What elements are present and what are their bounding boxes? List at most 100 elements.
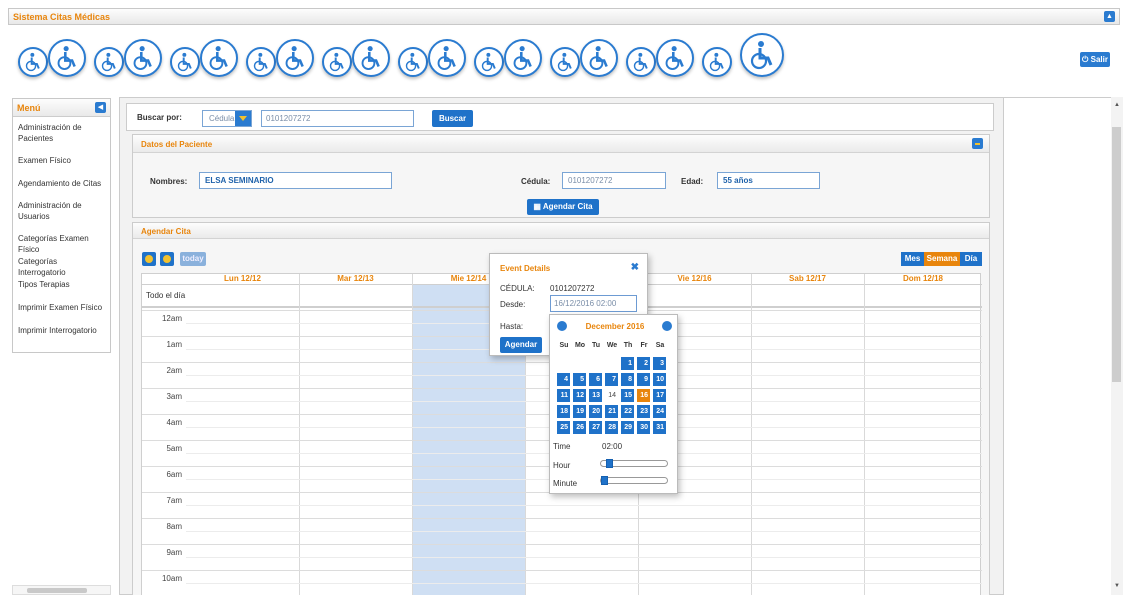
wheelchair-icon: [352, 39, 390, 77]
sidebar-item-agendamiento-citas[interactable]: Agendamiento de Citas: [13, 172, 110, 195]
calendar-day[interactable]: 27: [589, 421, 602, 434]
nombres-field[interactable]: ELSA SEMINARIO: [199, 172, 392, 189]
wheelchair-icon: [626, 47, 656, 77]
wheelchair-icon: [504, 39, 542, 77]
collapse-header-button[interactable]: ▲: [1104, 11, 1115, 22]
hour-slider-handle[interactable]: [606, 459, 613, 468]
search-type-select[interactable]: Cédula: [202, 110, 252, 127]
search-input[interactable]: [261, 110, 414, 127]
hour-slider[interactable]: [600, 459, 668, 468]
prev-week-button[interactable]: [142, 252, 156, 266]
calendar-day[interactable]: 26: [573, 421, 586, 434]
calendar-day[interactable]: 3: [653, 357, 666, 370]
chevron-down-icon[interactable]: [235, 111, 251, 126]
calendar-day[interactable]: 20: [589, 405, 602, 418]
calendar-day[interactable]: 4: [557, 373, 570, 386]
calendar-day[interactable]: 19: [573, 405, 586, 418]
half-hour-row[interactable]: [186, 531, 982, 532]
scrollbar-thumb[interactable]: [1112, 127, 1121, 382]
popup-hasta-label: Hasta:: [500, 322, 524, 331]
day-column-header[interactable]: Vie 12/16: [638, 274, 751, 284]
patient-data-panel: Datos del Paciente Nombres: ELSA SEMINAR…: [132, 134, 990, 218]
day-column-header[interactable]: Mar 12/13: [299, 274, 412, 284]
calendar-day[interactable]: 6: [589, 373, 602, 386]
scroll-down-icon[interactable]: ▼: [1114, 583, 1120, 589]
search-button[interactable]: Buscar: [432, 110, 473, 127]
wheelchair-icon: [48, 39, 86, 77]
day-column-header[interactable]: Sab 12/17: [751, 274, 864, 284]
hour-row[interactable]: [142, 518, 982, 519]
sidebar-item-administracion-pacientes[interactable]: Administración de Pacientes: [13, 117, 110, 149]
close-icon[interactable]: ✖: [631, 262, 639, 273]
next-week-button[interactable]: [160, 252, 174, 266]
sidebar-item-examen-fisico[interactable]: Examen Físico: [13, 149, 110, 172]
hour-label: 3am: [166, 392, 182, 401]
logout-button[interactable]: ⏻ Salir: [1080, 52, 1110, 67]
minimize-icon[interactable]: [972, 138, 983, 149]
app-title: Sistema Citas Médicas: [13, 12, 111, 22]
calendar-day[interactable]: 5: [573, 373, 586, 386]
sidebar-item-imprimir-interrogatorio[interactable]: Imprimir Interrogatorio: [13, 319, 110, 342]
hour-row[interactable]: [142, 544, 982, 545]
calendar-day[interactable]: 29: [621, 421, 634, 434]
calendar-day[interactable]: 2: [637, 357, 650, 370]
calendar-day[interactable]: 24: [653, 405, 666, 418]
view-week-button[interactable]: Semana: [924, 252, 960, 266]
sidebar-item-imprimir-examen[interactable]: Imprimir Examen Físico: [13, 296, 110, 319]
calendar-day[interactable]: 21: [605, 405, 618, 418]
wheelchair-icon: [550, 47, 580, 77]
calendar-day[interactable]: 30: [637, 421, 650, 434]
calendar-day[interactable]: 17: [653, 389, 666, 402]
edad-field[interactable]: 55 años: [717, 172, 820, 189]
minute-slider-handle[interactable]: [601, 476, 608, 485]
prev-month-icon[interactable]: [557, 321, 567, 331]
collapse-sidebar-button[interactable]: ◀: [95, 102, 106, 113]
sidebar-item-categorias-examen[interactable]: Categorías Examen Físico: [13, 227, 110, 254]
hour-label: 1am: [166, 340, 182, 349]
calendar-day[interactable]: 23: [637, 405, 650, 418]
calendar-day[interactable]: 16: [637, 389, 650, 402]
view-month-button[interactable]: Mes: [901, 252, 924, 266]
calendar-day[interactable]: 11: [557, 389, 570, 402]
calendar-day[interactable]: 22: [621, 405, 634, 418]
day-column-header[interactable]: Lun 12/12: [186, 274, 299, 284]
calendar-day[interactable]: 14: [605, 389, 618, 402]
cedula-field[interactable]: 0101207272: [562, 172, 666, 189]
calendar-day[interactable]: 13: [589, 389, 602, 402]
half-hour-row[interactable]: [186, 557, 982, 558]
scrollbar-thumb[interactable]: [27, 588, 87, 593]
calendar-panel-header: Agendar Cita: [133, 223, 989, 239]
calendar-day[interactable]: 10: [653, 373, 666, 386]
calendar-day[interactable]: 9: [637, 373, 650, 386]
sidebar-item-administracion-usuarios[interactable]: Administración de Usuarios: [13, 195, 110, 227]
wheelchair-icon: [276, 39, 314, 77]
half-hour-row[interactable]: [186, 505, 982, 506]
hour-row[interactable]: [142, 570, 982, 571]
day-column-header[interactable]: Dom 12/18: [864, 274, 982, 284]
calendar-day[interactable]: 28: [605, 421, 618, 434]
calendar-day[interactable]: 18: [557, 405, 570, 418]
desde-input[interactable]: 16/12/2016 02:00: [550, 295, 637, 312]
weekday-label: Mo: [574, 342, 586, 349]
minute-slider[interactable]: [600, 476, 668, 485]
half-hour-row[interactable]: [186, 583, 982, 584]
calendar-day[interactable]: 1: [621, 357, 634, 370]
popup-agendar-button[interactable]: Agendar: [500, 337, 542, 353]
calendar-day[interactable]: 8: [621, 373, 634, 386]
scroll-up-icon[interactable]: ▲: [1114, 102, 1120, 108]
weekday-label: Su: [559, 342, 569, 349]
calendar-day[interactable]: 12: [573, 389, 586, 402]
right-empty-area: [1004, 97, 1111, 595]
agendar-cita-button[interactable]: ▦ Agendar Cita: [527, 199, 599, 215]
vertical-scrollbar[interactable]: ▲ ▼: [1111, 97, 1123, 595]
next-month-icon[interactable]: [662, 321, 672, 331]
calendar-day[interactable]: 15: [621, 389, 634, 402]
sidebar-horizontal-scrollbar[interactable]: [12, 585, 111, 595]
view-day-button[interactable]: Día: [960, 252, 982, 266]
calendar-day[interactable]: 25: [557, 421, 570, 434]
wheelchair-icon: [656, 39, 694, 77]
calendar-day[interactable]: 31: [653, 421, 666, 434]
today-button[interactable]: today: [180, 252, 206, 266]
calendar-day[interactable]: 7: [605, 373, 618, 386]
popup-desde-label: Desde:: [500, 300, 526, 309]
